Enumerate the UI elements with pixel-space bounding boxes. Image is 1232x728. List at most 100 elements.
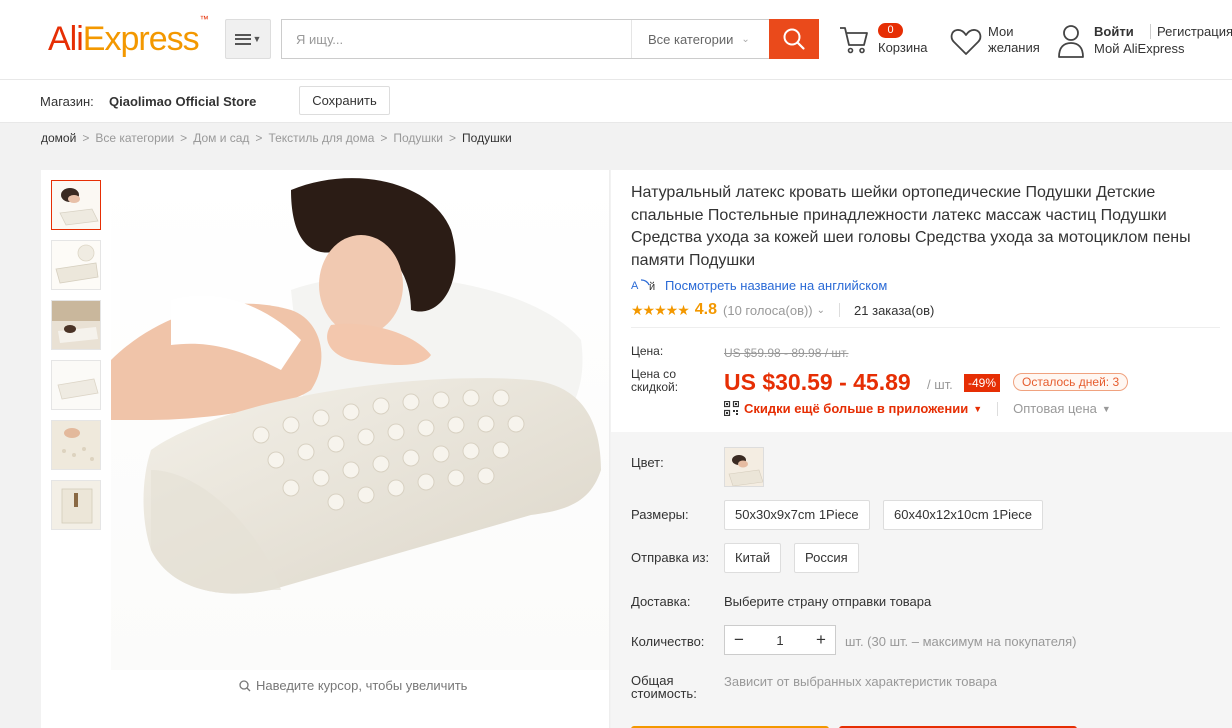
caret-down-icon: ▼ — [252, 34, 262, 44]
breadcrumb-home-garden[interactable]: Дом и сад — [193, 131, 249, 145]
votes-count[interactable]: (10 голоса(ов)) — [723, 303, 813, 318]
thumbnail-image — [52, 301, 100, 349]
category-select-label: Все категории — [648, 31, 734, 47]
heart-icon — [950, 29, 982, 55]
zoom-hint: Наведите курсор, чтобы увеличить — [239, 678, 467, 693]
thumbnail-5[interactable] — [51, 420, 101, 470]
save-store-button[interactable]: Сохранить — [299, 86, 390, 115]
account-area: Войти Регистрация Мой AliExpress — [1058, 22, 1232, 62]
total-label: Общая стоимость: — [631, 673, 697, 701]
quantity-decrease-button[interactable]: − — [725, 626, 753, 654]
breadcrumb-home[interactable]: домой — [41, 131, 76, 145]
thumbnail-1[interactable] — [51, 180, 101, 230]
breadcrumb-current: Подушки — [462, 131, 512, 145]
color-swatch-image — [725, 448, 763, 486]
zoom-hint-text: Наведите курсор, чтобы увеличить — [256, 678, 468, 693]
quantity-note: шт. (30 шт. – максимум на покупателя) — [845, 634, 1077, 649]
cart-label: Корзина — [878, 40, 928, 55]
register-link[interactable]: Регистрация — [1150, 24, 1232, 39]
chevron-down-icon: ⌄ — [816, 304, 826, 316]
breadcrumb-separator: > — [180, 131, 188, 145]
search-icon — [783, 28, 805, 50]
caret-down-icon: ▼ — [1101, 403, 1111, 414]
svg-text:A: A — [631, 280, 639, 292]
breadcrumb-all-categories[interactable]: Все категории — [95, 131, 174, 145]
main-product-image[interactable] — [111, 170, 609, 670]
category-select[interactable]: Все категории ⌄ — [631, 20, 769, 58]
rating-value: 4.8 — [694, 301, 718, 318]
breadcrumb-pillows[interactable]: Подушки — [393, 131, 443, 145]
logo-ali-text: Ali — [48, 20, 84, 58]
discount-price-label: Цена со скидкой: — [631, 367, 679, 394]
store-bar: Магазин: Qiaolimao Official Store Сохран… — [0, 81, 1232, 123]
product-image-woman-latex-pillow — [111, 170, 609, 670]
app-discount-link[interactable]: Скидки ещё больше в приложении — [744, 401, 968, 416]
breadcrumb: домой > Все категории > Дом и сад > Текс… — [0, 123, 1232, 153]
cart-link[interactable]: 0 Корзина — [838, 22, 938, 62]
quantity-increase-button[interactable]: + — [807, 626, 835, 654]
quantity-label: Количество: — [631, 634, 705, 649]
aliexpress-logo[interactable]: AliExpress™ — [48, 14, 209, 59]
svg-text:й: й — [649, 281, 655, 293]
thumbnail-image — [52, 361, 100, 409]
thumbnail-image — [52, 181, 100, 229]
discount-badge: -49% — [964, 374, 1001, 392]
translate-title-link[interactable]: A й Посмотреть название на английском — [631, 277, 887, 294]
thumbnail-3[interactable] — [51, 300, 101, 350]
days-left-badge: Осталось дней: 3 — [1013, 373, 1129, 391]
divider — [839, 303, 841, 317]
search-button[interactable] — [769, 19, 819, 59]
original-price: US $59.98 - 89.98 / шт. — [724, 346, 849, 360]
delivery-label: Доставка: — [631, 594, 691, 609]
chevron-down-icon: ⌄ — [741, 33, 750, 45]
my-aliexpress-link[interactable]: Мой AliExpress — [1094, 41, 1185, 56]
qr-code-icon — [724, 401, 739, 416]
search-bar: Все категории ⌄ — [281, 19, 819, 59]
ship-from-china[interactable]: Китай — [724, 543, 782, 573]
thumbnail-image — [52, 481, 100, 529]
wishlist-label: Мои желания — [988, 24, 1040, 55]
breadcrumb-separator: > — [380, 131, 388, 145]
product-title: Натуральный латекс кровать шейки ортопед… — [631, 184, 1191, 269]
login-link[interactable]: Войти — [1094, 24, 1134, 39]
caret-down-icon: ▼ — [973, 403, 983, 414]
ship-from-label: Отправка из: — [631, 550, 710, 565]
ship-from-russia[interactable]: Россия — [794, 543, 859, 573]
logo-express-text: Express — [82, 20, 200, 58]
thumbnail-2[interactable] — [51, 240, 101, 290]
breadcrumb-separator: > — [82, 131, 90, 145]
trademark-mark: ™ — [199, 13, 209, 24]
thumbnail-4[interactable] — [51, 360, 101, 410]
categories-menu-button[interactable]: ▼ — [225, 19, 271, 59]
divider — [631, 327, 1220, 328]
divider — [997, 401, 999, 416]
translate-icon: A й — [631, 279, 655, 293]
breadcrumb-separator: > — [449, 131, 457, 145]
quantity-input[interactable]: 1 — [753, 633, 807, 648]
wishlist-link[interactable]: Мои желания — [950, 22, 1050, 62]
breadcrumb-home-textile[interactable]: Текстиль для дома — [268, 131, 374, 145]
price-label: Цена: — [631, 344, 664, 358]
orders-count: 21 заказа(ов) — [854, 302, 935, 318]
store-label: Магазин: — [40, 94, 94, 109]
color-swatch-1[interactable] — [724, 447, 764, 487]
breadcrumb-separator: > — [255, 131, 263, 145]
store-name-link[interactable]: Qiaolimao Official Store — [109, 94, 256, 109]
color-label: Цвет: — [631, 455, 664, 470]
total-text: Зависит от выбранных характеристик товар… — [724, 674, 997, 689]
price-unit: / шт. — [927, 377, 953, 392]
thumbnail-6[interactable] — [51, 480, 101, 530]
product-info: Натуральный латекс кровать шейки ортопед… — [611, 170, 1232, 728]
size-option-2[interactable]: 60x40x12x10cm 1Piece — [883, 500, 1044, 530]
search-input[interactable] — [282, 20, 631, 58]
size-option-1[interactable]: 50x30x9x7cm 1Piece — [724, 500, 870, 530]
star-rating-icon: ★★★★★ — [631, 301, 690, 318]
magnifier-icon — [239, 679, 251, 691]
wholesale-price-link[interactable]: Оптовая цена — [1013, 401, 1097, 416]
user-icon — [1058, 25, 1084, 58]
thumbnail-image — [52, 241, 100, 289]
site-header: AliExpress™ ▼ Все категории ⌄ 0 Корзина — [0, 0, 1232, 80]
menu-icon — [234, 33, 251, 45]
delivery-text: Выберите страну отправки товара — [724, 594, 932, 609]
rating-row: ★★★★★ 4.8 (10 голоса(ов)) ⌄ 21 заказа(ов… — [631, 301, 934, 319]
